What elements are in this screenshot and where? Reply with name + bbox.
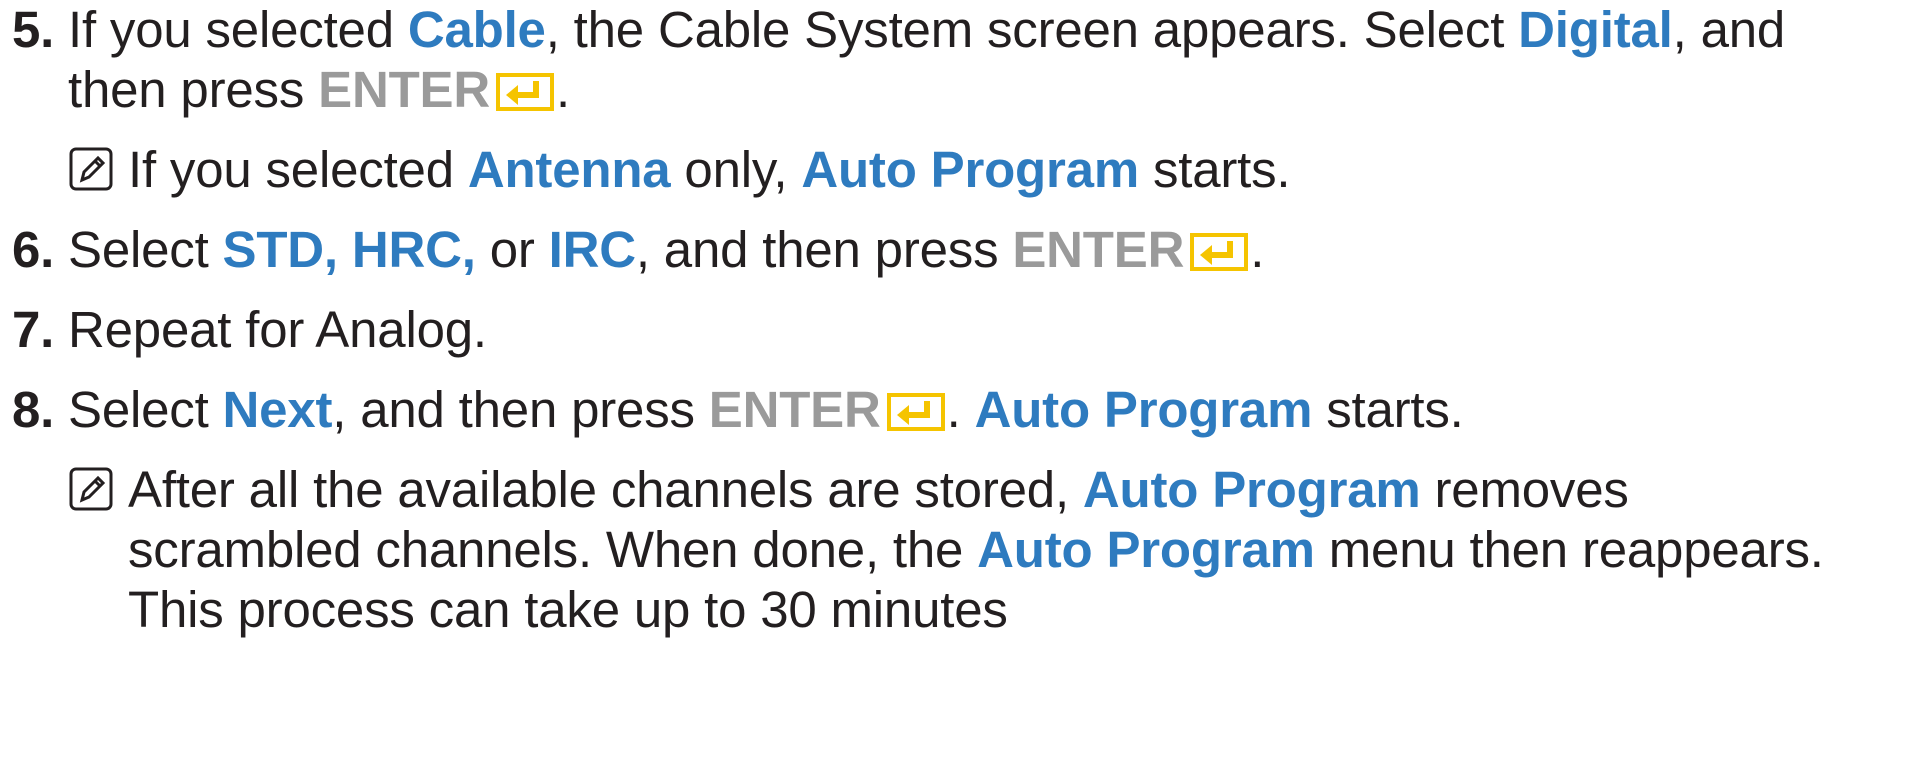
step-8-note-line-3: This process can take up to 30 minutes — [128, 580, 1008, 640]
step-5-note: If you selected Antenna only, Auto Progr… — [128, 140, 1291, 200]
note-text: only, — [670, 141, 802, 198]
step-number: 7. — [12, 301, 55, 358]
step-text: Select — [68, 381, 223, 438]
highlight-auto-program: Auto Program — [801, 141, 1139, 198]
note-pencil-icon — [69, 467, 113, 511]
step-number: 8. — [12, 381, 55, 438]
note-text: removes — [1420, 461, 1629, 518]
step-5-line-2: then press ENTER. — [68, 60, 570, 120]
enter-key-icon — [495, 73, 554, 111]
note-text: If you selected — [128, 141, 468, 198]
step-text: starts. — [1312, 381, 1464, 438]
enter-key-icon — [1190, 233, 1249, 271]
highlight-cable: Cable — [407, 1, 546, 58]
enter-key-label: ENTER — [708, 381, 881, 438]
highlight-auto-program: Auto Program — [977, 521, 1315, 578]
highlight-auto-program: Auto Program — [1082, 461, 1421, 518]
step-text: , and then press — [332, 381, 709, 438]
highlight-auto-program: Auto Program — [974, 381, 1313, 438]
step-text: . — [946, 381, 975, 438]
note-text: scrambled channels. When done, the — [128, 521, 978, 578]
step-text: . — [555, 61, 570, 118]
step-8-note-line-2: scrambled channels. When done, the Auto … — [128, 520, 1824, 580]
enter-key-icon — [886, 393, 945, 431]
highlight-antenna: Antenna — [467, 141, 671, 198]
step-text: Repeat for Analog. — [68, 301, 487, 358]
step-text: If you selected — [68, 1, 408, 58]
step-text: , and then press — [635, 221, 1013, 278]
highlight-digital: Digital — [1518, 1, 1673, 58]
step-text: , and — [1672, 1, 1786, 58]
step-text: then press — [68, 61, 319, 118]
step-8-note-line-1: After all the available channels are sto… — [128, 460, 1629, 520]
note-text: After all the available channels are sto… — [128, 461, 1083, 518]
note-text: starts. — [1138, 141, 1291, 198]
step-text: , the Cable System screen appears. Selec… — [545, 1, 1519, 58]
highlight-irc: IRC — [548, 221, 636, 278]
highlight-next: Next — [222, 381, 333, 438]
step-text: Select — [68, 221, 223, 278]
step-number: 6. — [12, 221, 55, 278]
step-text: . — [1250, 221, 1265, 278]
enter-key-label: ENTER — [1012, 221, 1185, 278]
step-number: 5. — [12, 1, 55, 58]
note-text: This process can take up to 30 minutes — [128, 581, 1008, 638]
note-pencil-icon — [69, 147, 113, 191]
step-text: or — [475, 221, 549, 278]
enter-key-label: ENTER — [318, 61, 490, 118]
note-text: menu then reappears. — [1314, 521, 1824, 578]
highlight-std-hrc: STD, HRC, — [222, 221, 476, 278]
